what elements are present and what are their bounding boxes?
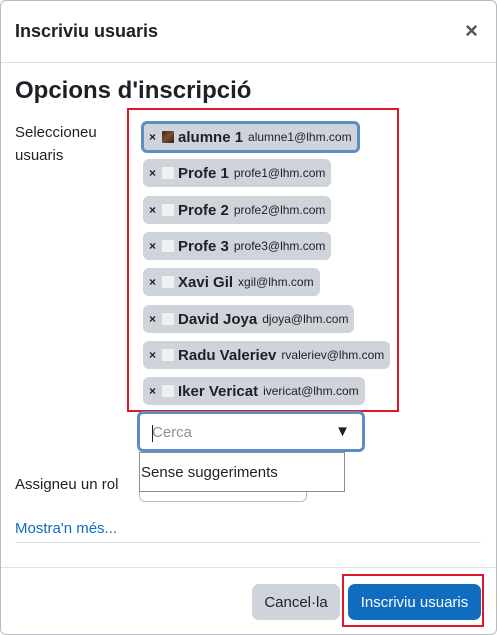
remove-icon[interactable]: ×: [149, 203, 156, 217]
user-name: Profe 3: [178, 237, 229, 255]
remove-icon[interactable]: ×: [149, 384, 156, 398]
user-name: alumne 1: [178, 128, 244, 146]
user-email: profe2@lhm.com: [233, 203, 326, 217]
user-avatar-icon: [162, 167, 175, 179]
selected-user-chip[interactable]: × Xavi Gil xgil@lhm.com: [143, 268, 320, 296]
selected-user-chip[interactable]: × alumne 1 alumne1@lhm.com: [141, 121, 360, 153]
selected-user-chip[interactable]: × David Joya djoya@lhm.com: [143, 305, 355, 333]
selected-user-chip[interactable]: × Iker Vericat ivericat@lhm.com: [143, 377, 365, 405]
user-email: xgil@lhm.com: [238, 275, 314, 289]
remove-icon[interactable]: ×: [149, 130, 156, 144]
user-avatar-icon: [162, 276, 175, 288]
dialog-footer-divider: [1, 567, 496, 568]
cancel-button[interactable]: Cancel·la: [252, 584, 340, 620]
enrol-users-button[interactable]: Inscriviu usuaris: [348, 584, 481, 620]
suggestions-dropdown: Sense suggeriments: [139, 452, 345, 492]
remove-icon[interactable]: ×: [149, 275, 156, 289]
assign-role-label: Assigneu un rol: [15, 476, 119, 493]
user-email: profe3@lhm.com: [233, 239, 326, 253]
selected-user-chip[interactable]: × Radu Valeriev rvaleriev@lhm.com: [143, 341, 391, 369]
user-avatar-icon: [162, 240, 175, 252]
user-avatar-icon: [162, 204, 175, 216]
show-more-link[interactable]: Mostra'n més...: [15, 520, 117, 537]
text-cursor: [152, 425, 153, 442]
user-email: alumne1@lhm.com: [248, 130, 352, 144]
remove-icon[interactable]: ×: [149, 166, 156, 180]
user-name: Iker Vericat: [178, 382, 259, 400]
close-icon[interactable]: ×: [465, 20, 478, 42]
selected-user-chip[interactable]: × Profe 2 profe2@lhm.com: [143, 196, 332, 224]
selected-user-chip[interactable]: × Profe 3 profe3@lhm.com: [143, 232, 332, 260]
divider: [15, 542, 481, 543]
select-users-label: Seleccioneu usuaris: [15, 124, 97, 164]
triangle-down-icon[interactable]: ▼: [335, 423, 350, 440]
user-email: ivericat@lhm.com: [263, 384, 359, 398]
remove-icon[interactable]: ×: [149, 239, 156, 253]
dialog-title: Inscriviu usuaris: [15, 21, 159, 41]
remove-icon[interactable]: ×: [149, 312, 156, 326]
user-name: David Joya: [178, 310, 258, 328]
user-avatar-icon: [162, 349, 175, 361]
user-name: Xavi Gil: [178, 273, 234, 291]
user-search-field[interactable]: ▼: [137, 411, 365, 452]
remove-icon[interactable]: ×: [149, 348, 156, 362]
user-name: Profe 2: [178, 201, 229, 219]
user-name: Profe 1: [178, 164, 229, 182]
dialog-header: Inscriviu usuaris ×: [1, 1, 496, 63]
user-avatar-icon: [162, 313, 175, 325]
no-suggestions-text: Sense suggeriments: [141, 464, 278, 481]
user-email: profe1@lhm.com: [233, 166, 326, 180]
search-input[interactable]: [152, 422, 322, 442]
user-name: Radu Valeriev: [178, 346, 277, 364]
user-email: djoya@lhm.com: [262, 312, 349, 326]
section-heading: Opcions d'inscripció: [15, 77, 252, 104]
user-photo-icon: [162, 131, 175, 143]
selected-user-chip[interactable]: × Profe 1 profe1@lhm.com: [143, 159, 332, 187]
enrol-users-dialog: Inscriviu usuaris × Opcions d'inscripció…: [0, 0, 497, 635]
user-email: rvaleriev@lhm.com: [281, 348, 385, 362]
user-avatar-icon: [162, 385, 175, 397]
